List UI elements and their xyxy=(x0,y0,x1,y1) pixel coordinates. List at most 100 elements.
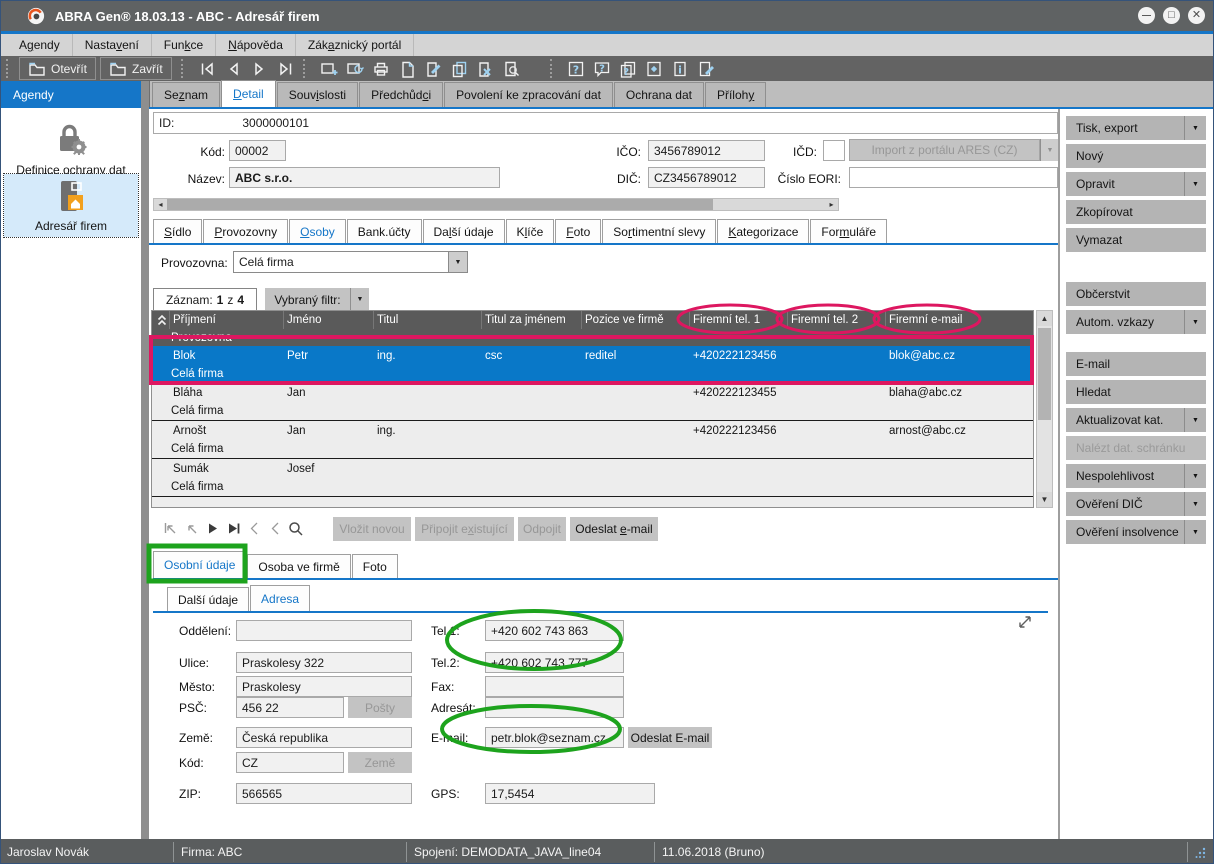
tab-osobni-udaje[interactable]: Osobní údaje xyxy=(153,551,246,578)
send-email-address-button[interactable]: Odeslat E-mail xyxy=(628,727,712,748)
ares-import-button[interactable]: Import z portálu ARES (CZ) xyxy=(849,139,1040,161)
kod-zeme-field[interactable]: CZ xyxy=(236,752,344,773)
nazev-field[interactable]: ABC s.r.o. xyxy=(229,167,500,188)
tab-foto-person[interactable]: Foto xyxy=(352,554,398,578)
close-agenda-button[interactable]: Zavřít xyxy=(100,57,172,80)
new-button[interactable]: Nový xyxy=(1066,144,1206,168)
copy-document-icon[interactable] xyxy=(446,59,472,78)
oddeleni-field[interactable] xyxy=(236,620,412,641)
dropdown-arrow-icon[interactable]: ▼ xyxy=(1184,492,1206,516)
dropdown-arrow-icon[interactable]: ▼ xyxy=(1184,172,1206,196)
col-prijmeni[interactable]: Příjmení xyxy=(170,311,284,329)
help-icon[interactable] xyxy=(563,59,589,78)
menu-zakaznicky-portal[interactable]: Zákaznický portál xyxy=(296,34,414,56)
tab-formulare[interactable]: Formuláře xyxy=(810,219,887,243)
provozovna-select[interactable]: Celá firma xyxy=(233,251,449,273)
print-icon[interactable] xyxy=(368,59,394,78)
filter-dropdown-arrow[interactable]: ▼ xyxy=(350,288,369,311)
ulice-field[interactable]: Praskolesy 322 xyxy=(236,652,412,673)
table-row[interactable]: Blok Petr ing. csc reditel +420222123456… xyxy=(152,346,1033,383)
tel2-field[interactable]: +420 602 743 777 xyxy=(485,652,624,673)
sidebar-item-adresar-firem[interactable]: Adresář firem xyxy=(4,174,138,237)
nav-next-icon[interactable] xyxy=(246,59,272,78)
menu-agendy[interactable]: Agendy xyxy=(7,34,73,56)
nav-last-icon[interactable] xyxy=(272,59,298,78)
scrollbar-thumb[interactable] xyxy=(1038,328,1051,420)
tab-povoleni[interactable]: Povolení ke zpracování dat xyxy=(444,82,613,107)
zip-field[interactable]: 566565 xyxy=(236,783,412,804)
scroll-down-arrow[interactable]: ▼ xyxy=(1037,492,1052,507)
annotate-document-icon[interactable] xyxy=(693,59,719,78)
table-vertical-scrollbar[interactable]: ▲ ▼ xyxy=(1036,310,1053,508)
resize-grip-icon[interactable] xyxy=(1195,846,1207,858)
fax-field[interactable] xyxy=(485,676,624,697)
nav-prev-icon[interactable] xyxy=(220,59,246,78)
dropdown-arrow-icon[interactable]: ▼ xyxy=(1184,520,1206,544)
print-export-button[interactable]: Tisk, export▼ xyxy=(1066,116,1206,140)
goto-next-icon[interactable] xyxy=(201,518,222,538)
blank-document-icon[interactable] xyxy=(394,59,420,78)
expand-panel-icon[interactable] xyxy=(1015,612,1037,634)
insert-new-button[interactable]: Vložit novou xyxy=(333,517,411,541)
kod-field[interactable]: 00002 xyxy=(229,140,286,161)
col-titul-za-jmenem[interactable]: Titul za jménem xyxy=(482,311,582,329)
dropdown-arrow-icon[interactable]: ▼ xyxy=(1184,464,1206,488)
dropdown-arrow-icon[interactable]: ▼ xyxy=(1184,310,1206,334)
menu-nastaveni[interactable]: Nastavení xyxy=(73,34,152,56)
psc-field[interactable]: 456 22 xyxy=(236,697,344,718)
step-back2-icon[interactable] xyxy=(264,518,285,538)
dropdown-arrow-icon[interactable]: ▼ xyxy=(1184,408,1206,432)
tel1-field[interactable]: +420 602 743 863 xyxy=(485,620,624,641)
tab-sidlo[interactable]: Sídlo xyxy=(153,219,202,243)
context-help-icon[interactable] xyxy=(589,59,615,78)
table-row[interactable]: Bláha Jan +420222123455 blaha@abc.cz Cel… xyxy=(152,383,1033,421)
col-jmeno[interactable]: Jméno xyxy=(284,311,374,329)
tab-predchudci[interactable]: Předchůdci xyxy=(359,82,443,107)
attach-existing-button[interactable]: Připojit existující xyxy=(415,517,514,541)
detach-button[interactable]: Odpojit xyxy=(518,517,566,541)
goto-last-icon[interactable] xyxy=(222,518,243,538)
edit-document-icon[interactable] xyxy=(420,59,446,78)
gps-field[interactable]: 17,5454 xyxy=(485,783,655,804)
tab-foto[interactable]: Foto xyxy=(555,219,601,243)
refresh-record-icon[interactable] xyxy=(342,59,368,78)
tab-dalsi-udaje-person[interactable]: Další údaje xyxy=(167,587,249,611)
posty-button[interactable]: Pošty xyxy=(348,697,412,718)
adresat-field[interactable] xyxy=(485,697,624,718)
scroll-left-arrow[interactable]: ◂ xyxy=(154,199,167,210)
tab-osoby[interactable]: Osoby xyxy=(289,219,346,243)
help-topics-icon[interactable] xyxy=(615,59,641,78)
auto-messages-button[interactable]: Autom. vzkazy▼ xyxy=(1066,310,1206,334)
scrollbar-thumb[interactable] xyxy=(167,199,713,210)
form-horizontal-scrollbar[interactable]: ◂ ▸ xyxy=(153,198,839,211)
tab-dalsi-udaje[interactable]: Další údaje xyxy=(423,219,505,243)
scroll-up-arrow[interactable]: ▲ xyxy=(1037,311,1052,326)
tab-provozovny[interactable]: Provozovny xyxy=(203,219,288,243)
sort-icon[interactable] xyxy=(152,311,170,329)
ares-dropdown-arrow[interactable]: ▼ xyxy=(1040,139,1059,161)
col-firemni-tel-1[interactable]: Firemní tel. 1 xyxy=(690,311,788,329)
filter-button[interactable]: Vybraný filtr: xyxy=(265,288,350,311)
tab-prilohy[interactable]: Přílohy xyxy=(705,82,766,107)
table-row[interactable]: Arnošt Jan ing. +420222123456 arnost@abc… xyxy=(152,421,1033,459)
step-back-icon[interactable] xyxy=(243,518,264,538)
delete-document-icon[interactable] xyxy=(472,59,498,78)
close-button[interactable]: ✕ xyxy=(1188,7,1205,24)
minimize-button[interactable]: — xyxy=(1138,7,1155,24)
email-button[interactable]: E-mail xyxy=(1066,352,1206,376)
ico-field[interactable]: 3456789012 xyxy=(648,140,765,161)
document-search-icon[interactable] xyxy=(498,59,524,78)
tab-souvislosti[interactable]: Souvislosti xyxy=(277,82,358,107)
zeme-field[interactable]: Česká republika xyxy=(236,727,412,748)
tab-adresa[interactable]: Adresa xyxy=(250,585,310,611)
sidebar-item-definice-ochrany-dat[interactable]: Definice ochrany dat xyxy=(4,116,138,181)
search-icon[interactable] xyxy=(285,518,306,538)
tab-ochrana-dat[interactable]: Ochrana dat xyxy=(614,82,704,107)
tab-seznam[interactable]: Seznam xyxy=(152,82,220,107)
delete-button[interactable]: Vymazat xyxy=(1066,228,1206,252)
email-field[interactable]: petr.blok@seznam.cz xyxy=(485,727,624,748)
menu-funkce[interactable]: Funkce xyxy=(152,34,216,56)
tab-sortimentni-slevy[interactable]: Sortimentní slevy xyxy=(602,219,716,243)
new-record-icon[interactable] xyxy=(316,59,342,78)
find-button[interactable]: Hledat xyxy=(1066,380,1206,404)
